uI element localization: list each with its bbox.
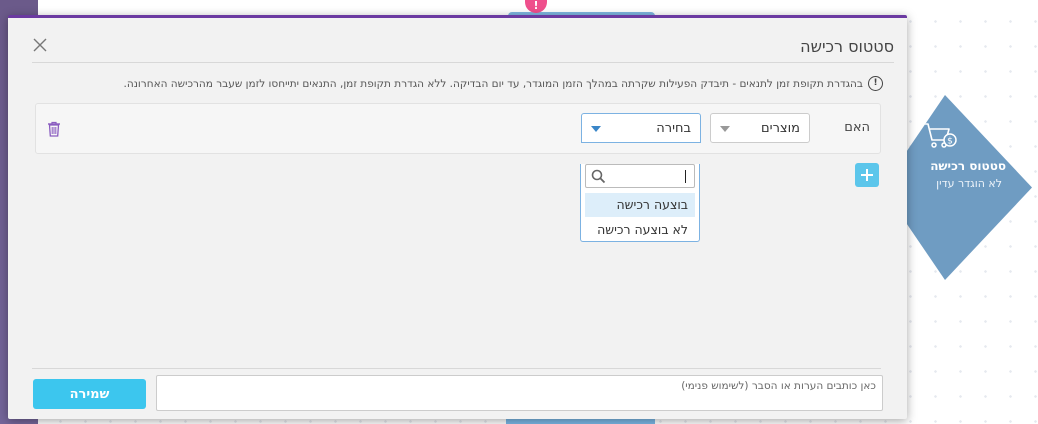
trash-icon[interactable] [47,121,61,137]
condition-label: האם [844,120,870,135]
dialog-title: סטטוס רכישה [800,37,894,56]
dropdown-option[interactable]: לא בוצעה רכישה [585,218,695,242]
divider [32,368,881,369]
add-condition-button[interactable] [855,163,879,187]
text-cursor [685,170,686,183]
close-icon[interactable] [32,37,48,53]
info-message: ! בהגדרת תקופת זמן לתנאים - תיבדק הפעילו… [124,76,883,91]
value-select-value: בחירה [656,121,691,136]
notes-field[interactable] [156,375,883,411]
divider [32,62,894,63]
svg-text:$: $ [947,137,953,147]
chevron-down-icon [720,126,730,132]
dropdown-option[interactable]: בוצעה רכישה [585,193,695,217]
field-select[interactable]: מוצרים [710,113,810,143]
info-icon: ! [868,76,883,91]
value-select[interactable]: בחירה [581,113,701,143]
dropdown-search-input[interactable] [585,164,695,188]
plus-icon [861,169,873,181]
search-icon [591,169,606,184]
info-text: בהגדרת תקופת זמן לתנאים - תיבדק הפעילות … [123,77,863,90]
field-select-value: מוצרים [761,121,800,136]
value-dropdown: בוצעה רכישה לא בוצעה רכישה [580,164,700,242]
purchase-status-dialog: סטטוס רכישה ! בהגדרת תקופת זמן לתנאים - … [8,15,907,419]
cart-dollar-icon: $ [923,123,957,148]
condition-row: האם מוצרים בחירה [35,103,881,154]
save-button[interactable]: שמירה [33,379,146,409]
chevron-down-icon [591,126,601,132]
